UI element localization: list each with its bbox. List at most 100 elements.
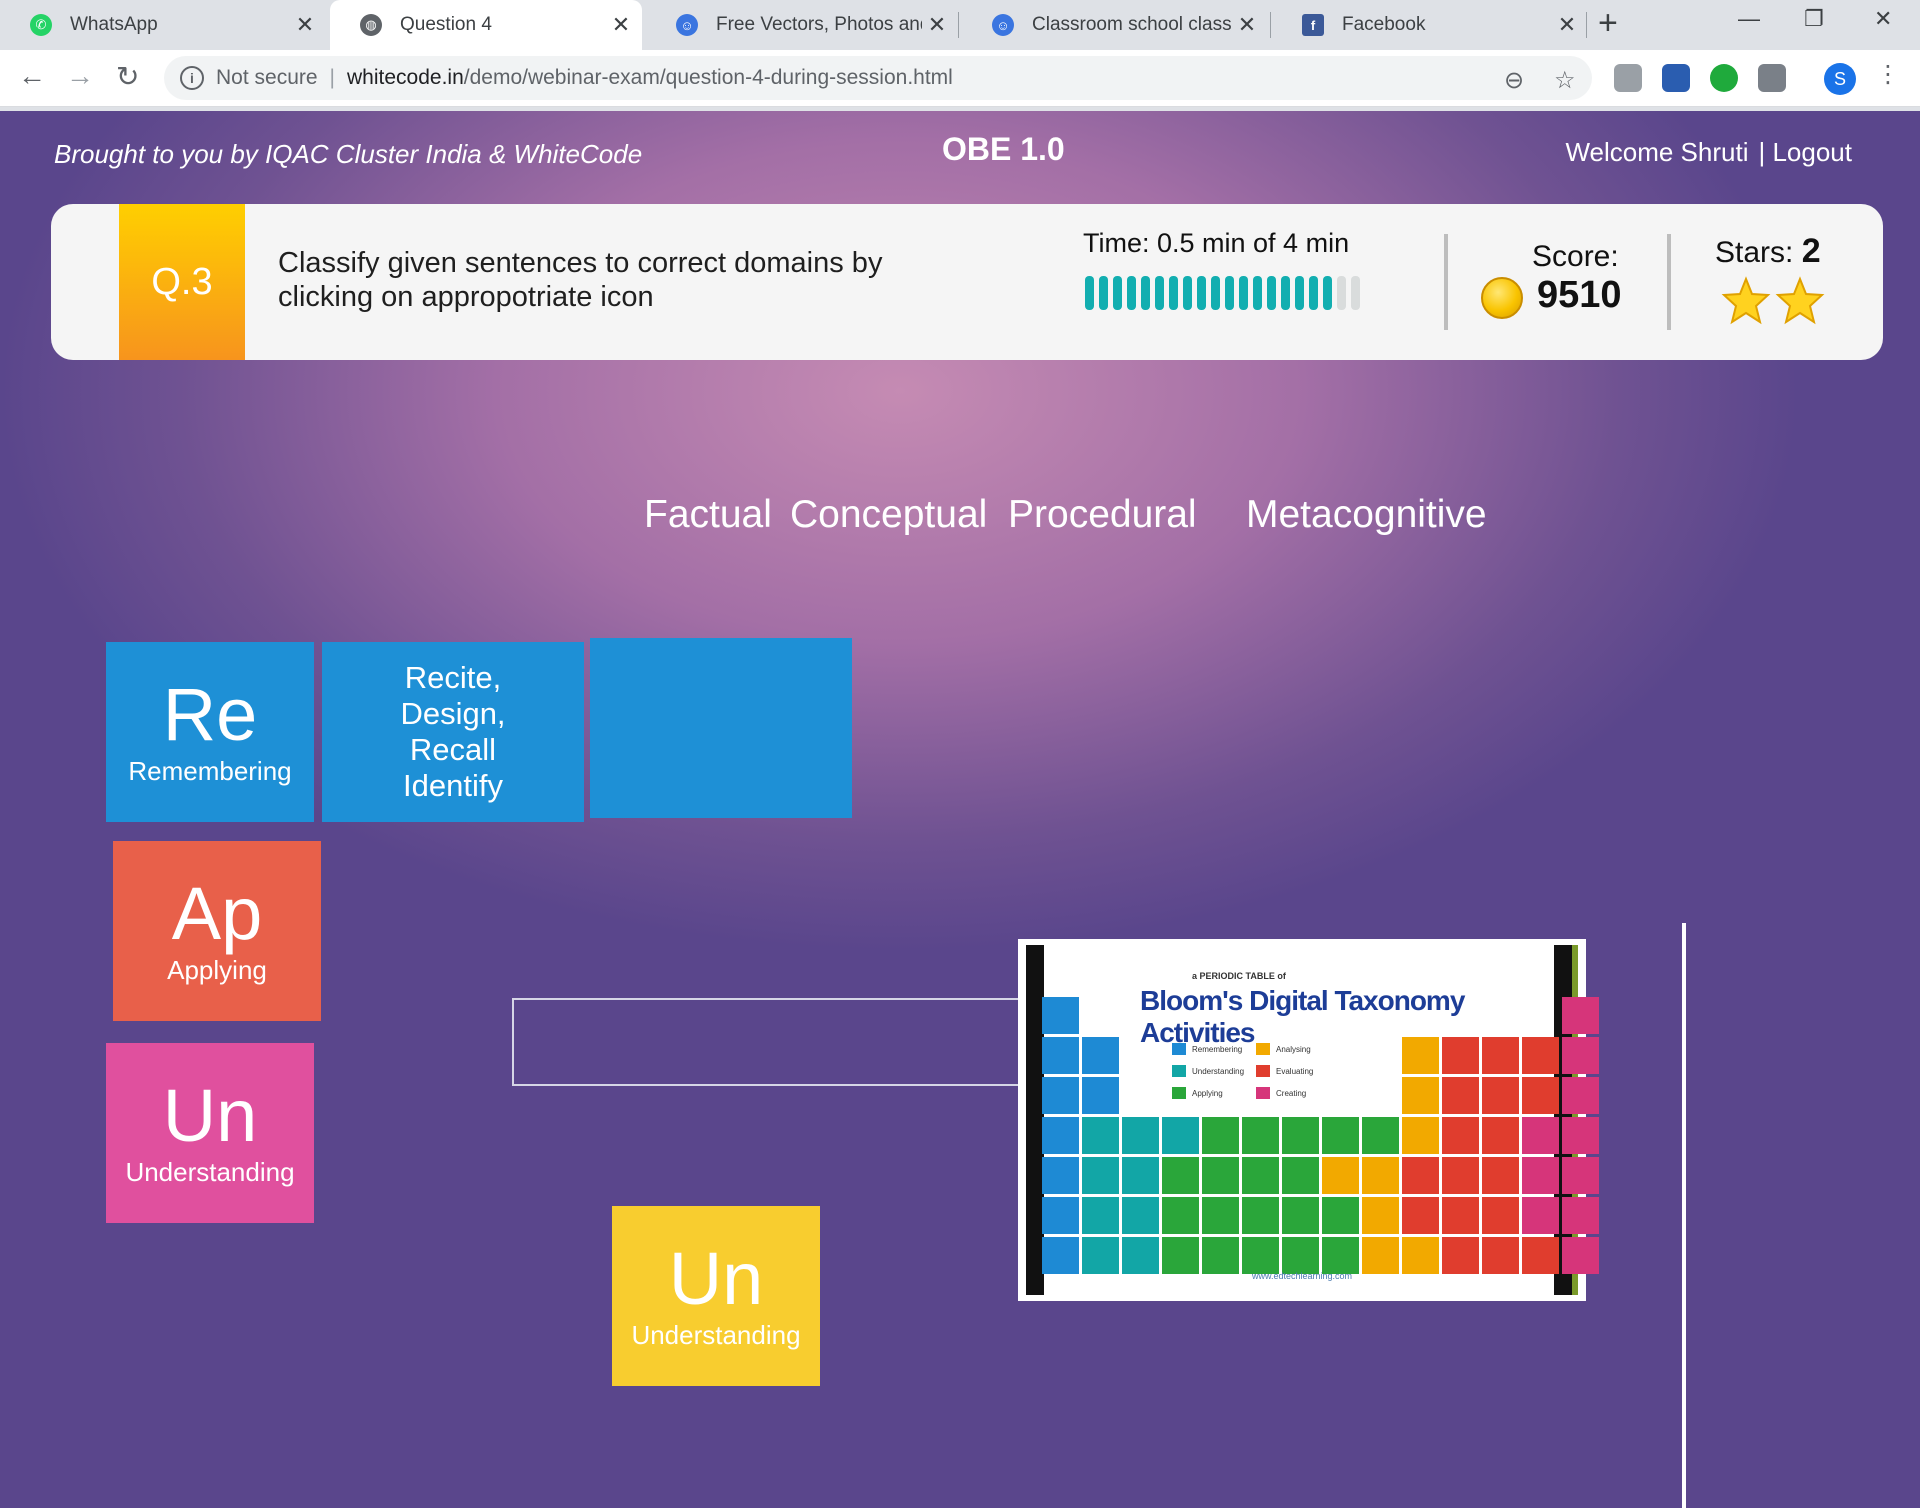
close-icon[interactable]: ✕	[1552, 12, 1582, 38]
element-cell	[1442, 1157, 1479, 1194]
element-cell	[1082, 1157, 1119, 1194]
legend-label: Analysing	[1276, 1044, 1311, 1054]
element-cell	[1482, 1237, 1519, 1274]
element-cell	[1402, 1037, 1439, 1074]
close-icon[interactable]: ✕	[922, 12, 952, 38]
tab-classroom[interactable]: ☺ Classroom school class roo ✕	[962, 0, 1268, 50]
zoom-icon[interactable]: ⊖	[1504, 66, 1524, 95]
question-card: Q.3 Classify given sentences to correct …	[51, 204, 1883, 360]
legend-item: Analysing	[1256, 1043, 1311, 1055]
element-cell	[1202, 1237, 1239, 1274]
element-cell	[1042, 1237, 1079, 1274]
blank-card[interactable]	[590, 638, 852, 818]
security-label: Not secure	[216, 66, 318, 89]
hangouts-icon[interactable]	[1710, 64, 1738, 92]
menu-icon[interactable]: ⋮	[1876, 60, 1900, 89]
element-cell	[1082, 1117, 1119, 1154]
welcome-text: Welcome Shruti	[1565, 137, 1749, 167]
element-cell	[1482, 1197, 1519, 1234]
tab-question-4[interactable]: ◍ Question 4 ✕	[330, 0, 642, 50]
element-cell	[1042, 1157, 1079, 1194]
element-cell	[1202, 1117, 1239, 1154]
drop-zone[interactable]	[512, 998, 1078, 1086]
close-icon[interactable]: ✕	[290, 12, 320, 38]
element-cell	[1402, 1117, 1439, 1154]
window-close-icon[interactable]: ✕	[1874, 6, 1892, 32]
element-cell	[1442, 1197, 1479, 1234]
legend-item: Applying	[1172, 1087, 1223, 1099]
browser-toolbar: ← → ↻ i Not secure | whitecode.in/demo/w…	[0, 50, 1920, 107]
score-value: 9510	[1537, 274, 1622, 316]
tab-title: Facebook	[1342, 14, 1426, 35]
minimize-icon[interactable]: —	[1738, 6, 1760, 32]
element-cell	[1042, 1077, 1079, 1114]
element-cell	[1362, 1157, 1399, 1194]
eyedropper-icon[interactable]	[1758, 64, 1786, 92]
element-cell	[1482, 1157, 1519, 1194]
tile-remembering[interactable]: Re Remembering	[106, 642, 314, 822]
element-cell	[1282, 1237, 1319, 1274]
element-cell	[1042, 1037, 1079, 1074]
back-icon[interactable]: ←	[18, 60, 46, 92]
logout-link[interactable]: | Logout	[1758, 137, 1852, 168]
element-cell	[1522, 1037, 1559, 1074]
legend-label: Applying	[1192, 1088, 1223, 1098]
question-text: Classify given sentences to correct doma…	[278, 247, 883, 313]
timer-segment	[1351, 276, 1360, 310]
tile-applying[interactable]: Ap Applying	[113, 841, 321, 1021]
globe-icon: ◍	[360, 14, 382, 36]
element-cell	[1482, 1037, 1519, 1074]
timer-segment	[1253, 276, 1262, 310]
info-icon[interactable]: i	[180, 66, 204, 90]
forward-icon[interactable]: →	[66, 60, 94, 92]
coin-icon	[1481, 277, 1523, 319]
domain-conceptual[interactable]: Conceptual	[790, 493, 987, 537]
element-cell	[1402, 1077, 1439, 1114]
timer-segment	[1281, 276, 1290, 310]
legend-label: Remembering	[1192, 1044, 1243, 1054]
tile-understanding[interactable]: Un Understanding	[106, 1043, 314, 1223]
tab-facebook[interactable]: f Facebook ✕	[1272, 0, 1588, 50]
element-cell	[1322, 1237, 1359, 1274]
question-number-badge: Q.3	[119, 204, 245, 360]
element-cell	[1522, 1237, 1559, 1274]
element-cell	[1122, 1237, 1159, 1274]
domain-factual[interactable]: Factual	[644, 493, 772, 537]
tab-whatsapp[interactable]: ✆ WhatsApp ✕	[0, 0, 326, 50]
element-cell	[1442, 1077, 1479, 1114]
profile-avatar[interactable]: S	[1824, 63, 1856, 95]
camera-icon[interactable]	[1614, 64, 1642, 92]
tab-free-vectors[interactable]: ☺ Free Vectors, Photos and PS ✕	[646, 0, 958, 50]
element-cell	[1082, 1197, 1119, 1234]
close-icon[interactable]: ✕	[1232, 12, 1262, 38]
element-cell	[1282, 1197, 1319, 1234]
star-bookmark-icon[interactable]: ☆	[1554, 66, 1576, 95]
url-text[interactable]: whitecode.in/demo/webinar-exam/question-…	[347, 66, 953, 90]
tab-title: Free Vectors, Photos and PS	[716, 14, 922, 35]
divider	[1444, 234, 1448, 330]
element-cell	[1282, 1157, 1319, 1194]
element-cell	[1402, 1197, 1439, 1234]
domain-metacognitive[interactable]: Metacognitive	[1246, 493, 1487, 537]
element-cell	[1402, 1237, 1439, 1274]
verb-item: Identify	[403, 768, 503, 803]
brought-by-text: Brought to you by IQAC Cluster India & W…	[54, 139, 643, 169]
tile-understanding-draggable[interactable]: Un Understanding	[612, 1206, 820, 1386]
verbs-card[interactable]: Recite, Design, Recall Identify	[322, 642, 584, 822]
element-cell	[1362, 1117, 1399, 1154]
element-cell	[1362, 1237, 1399, 1274]
url-domain: whitecode.in	[347, 66, 464, 89]
address-bar[interactable]: i Not secure | whitecode.in/demo/webinar…	[164, 56, 1592, 100]
restore-icon[interactable]: ❐	[1804, 6, 1824, 32]
close-icon[interactable]: ✕	[606, 12, 636, 38]
tab-separator	[1270, 12, 1271, 38]
time-label: Time: 0.5 min of 4 min	[1083, 228, 1350, 258]
image-footer: www.edtechlearning.com	[1252, 1271, 1353, 1281]
element-cell	[1162, 1157, 1199, 1194]
domain-procedural[interactable]: Procedural	[1008, 493, 1197, 537]
download-icon[interactable]	[1662, 64, 1690, 92]
reload-icon[interactable]: ↻	[116, 60, 139, 93]
new-tab-button[interactable]: +	[1598, 4, 1618, 43]
timer-progress-bar	[1085, 276, 1360, 310]
tile-abbrev: Un	[162, 1073, 258, 1157]
